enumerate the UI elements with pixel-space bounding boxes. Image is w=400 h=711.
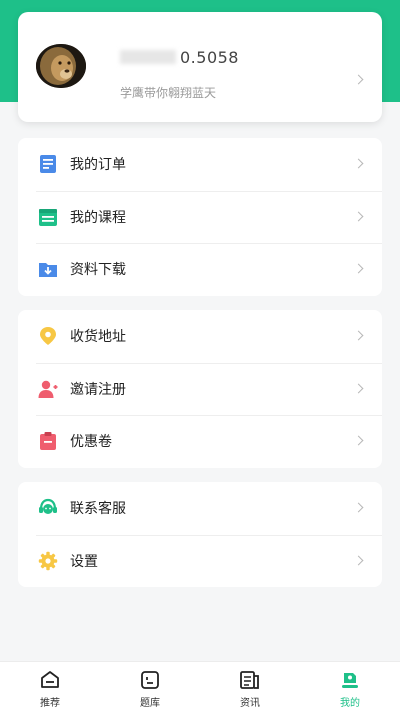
chevron-right-icon xyxy=(353,435,364,446)
chevron-right-icon xyxy=(353,263,364,274)
tab-label: 我的 xyxy=(340,698,360,709)
bottom-tab-bar: 推荐 题库 资讯 我的 xyxy=(0,661,400,711)
menu-item-downloads[interactable]: 资料下载 xyxy=(18,243,382,296)
chevron-right-icon xyxy=(353,383,364,393)
chevron-right-icon xyxy=(353,74,364,85)
invite-user-icon xyxy=(38,380,58,398)
home-icon xyxy=(41,671,59,688)
settings-gear-icon xyxy=(38,551,58,570)
location-pin-icon xyxy=(40,327,56,346)
order-list-icon xyxy=(40,155,56,174)
profile-icon xyxy=(342,673,358,688)
tab-recommend[interactable]: 推荐 xyxy=(0,662,100,711)
username-text: 0.5058 xyxy=(180,48,239,67)
tab-label: 题库 xyxy=(140,698,160,709)
menu-item-label: 设置 xyxy=(70,553,98,570)
username: 0.5058 xyxy=(120,48,239,67)
customer-service-icon xyxy=(39,499,57,515)
menu-item-label: 邀请注册 xyxy=(70,381,126,398)
tab-label: 资讯 xyxy=(240,698,260,709)
menu-item-label: 联系客服 xyxy=(70,501,126,518)
news-icon xyxy=(240,671,259,689)
tab-label: 推荐 xyxy=(40,698,60,709)
menu-item-coupons[interactable]: 优惠卷 xyxy=(18,415,382,468)
menu-group-3: 联系客服 设置 xyxy=(18,482,382,587)
coupon-clipboard-icon xyxy=(40,432,56,451)
menu-item-invite-register[interactable]: 邀请注册 xyxy=(18,362,382,416)
course-calendar-icon xyxy=(39,208,57,226)
menu-item-label: 我的订单 xyxy=(70,157,126,174)
chevron-right-icon xyxy=(353,158,364,169)
menu-item-label: 我的课程 xyxy=(70,209,126,226)
masked-phone-prefix xyxy=(120,50,176,64)
menu-item-my-courses[interactable]: 我的课程 xyxy=(18,190,382,244)
chevron-right-icon xyxy=(353,211,364,221)
chevron-right-icon xyxy=(353,502,364,513)
menu-item-label: 优惠卷 xyxy=(70,434,112,451)
folder-download-icon xyxy=(39,263,57,278)
tab-question-bank[interactable]: 题库 xyxy=(100,662,200,711)
menu-group-1: 我的订单 我的课程 资料下载 xyxy=(18,138,382,296)
question-bank-icon xyxy=(141,671,159,689)
menu-item-label: 收货地址 xyxy=(70,329,126,346)
profile-card[interactable]: 0.5058 学鹰带你翱翔蓝天 xyxy=(18,12,382,122)
menu-item-shipping-address[interactable]: 收货地址 xyxy=(18,310,382,363)
avatar[interactable] xyxy=(36,44,86,88)
menu-group-2: 收货地址 邀请注册 优惠卷 xyxy=(18,310,382,468)
chevron-right-icon xyxy=(353,555,364,565)
tab-news[interactable]: 资讯 xyxy=(200,662,300,711)
menu-item-my-orders[interactable]: 我的订单 xyxy=(18,138,382,191)
profile-slogan: 学鹰带你翱翔蓝天 xyxy=(120,86,217,100)
menu-item-customer-service[interactable]: 联系客服 xyxy=(18,482,382,535)
menu-item-label: 资料下载 xyxy=(70,262,126,279)
tab-mine[interactable]: 我的 xyxy=(300,662,400,711)
menu-item-settings[interactable]: 设置 xyxy=(18,534,382,588)
chevron-right-icon xyxy=(353,330,364,341)
